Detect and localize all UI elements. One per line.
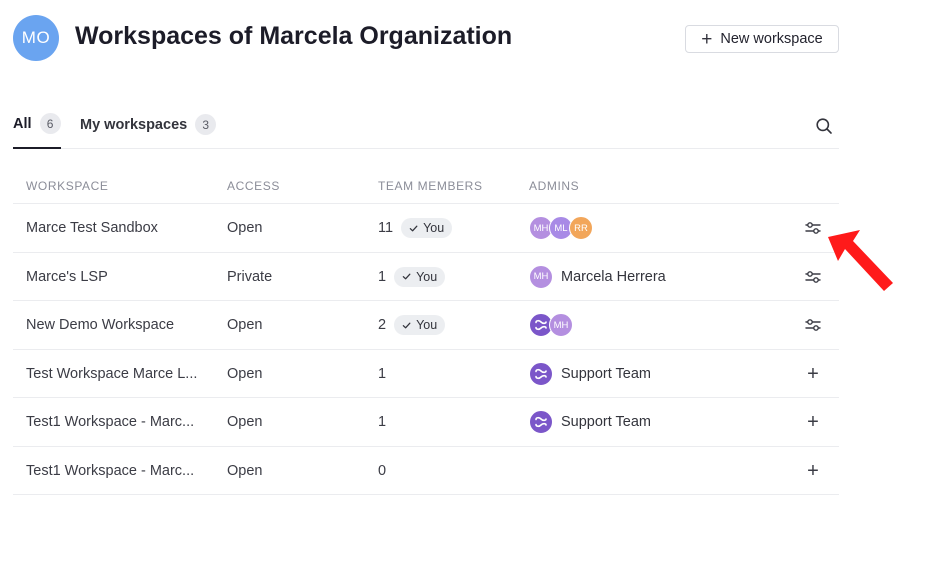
- table-row[interactable]: Marce's LSP Private 1 You MH Marcela Her…: [13, 253, 839, 301]
- support-team-logo-icon: [529, 410, 553, 434]
- workspace-name-cell: Marce Test Sandbox: [26, 204, 206, 252]
- add-icon[interactable]: +: [807, 461, 819, 481]
- annotation-arrow-icon: [828, 230, 893, 291]
- tab-label: My workspaces: [80, 116, 188, 133]
- column-header-workspace: WORKSPACE: [26, 179, 109, 193]
- workspace-name-cell: Test Workspace Marce L...: [26, 350, 206, 398]
- member-count: 2: [378, 317, 387, 333]
- org-avatar: MO: [13, 15, 59, 61]
- team-members-cell: 2 You: [378, 301, 446, 349]
- member-count: 1: [378, 365, 387, 382]
- add-icon[interactable]: +: [807, 412, 819, 432]
- access-cell: Open: [227, 398, 262, 446]
- access-value: Private: [227, 268, 273, 285]
- access-value: Open: [227, 365, 263, 382]
- workspace-name-cell: Test1 Workspace - Marc...: [26, 447, 206, 495]
- admins-cell: MH Marcela Herrera: [529, 253, 666, 301]
- table-row[interactable]: Test Workspace Marce L... Open 1 Support…: [13, 350, 839, 398]
- access-cell: Private: [227, 253, 272, 301]
- you-label: You: [423, 221, 445, 235]
- settings-sliders-icon[interactable]: [804, 268, 822, 286]
- workspace-name-cell: New Demo Workspace: [26, 301, 206, 349]
- access-value: Open: [227, 462, 263, 479]
- member-count: 1: [378, 268, 387, 285]
- workspace-name: Marce's LSP: [26, 268, 108, 285]
- tab-count-badge: 3: [195, 114, 217, 135]
- you-badge: You: [401, 218, 453, 238]
- access-cell: Open: [227, 447, 262, 495]
- new-workspace-button[interactable]: + New workspace: [685, 25, 839, 53]
- settings-sliders-icon[interactable]: [804, 219, 822, 237]
- admin-avatar: MH: [529, 264, 553, 289]
- row-action-cell: [803, 204, 823, 252]
- tab-count-badge: 6: [39, 113, 61, 134]
- admin-name: Support Team: [561, 414, 652, 430]
- row-action-cell: [803, 301, 823, 349]
- admins-cell: Support Team: [529, 350, 651, 398]
- access-value: Open: [227, 220, 263, 236]
- admin-avatar: RR: [569, 216, 593, 240]
- access-cell: Open: [227, 204, 262, 252]
- access-cell: Open: [227, 301, 262, 349]
- workspace-name: Test Workspace Marce L...: [26, 365, 198, 382]
- page-header: MO Workspaces of Marcela Organization + …: [13, 15, 839, 61]
- admins-cell: MH: [529, 301, 573, 349]
- team-members-cell: 1: [378, 350, 386, 398]
- table-header: WORKSPACE ACCESS TEAM MEMBERS ADMINS: [13, 170, 839, 204]
- table-row[interactable]: Marce Test Sandbox Open 11 You MH ML RR: [13, 204, 839, 253]
- admin-name: Marcela Herrera: [561, 268, 666, 285]
- member-count: 0: [378, 462, 387, 479]
- access-cell: Open: [227, 350, 262, 398]
- access-value: Open: [227, 317, 263, 333]
- table-row[interactable]: Test1 Workspace - Marc... Open 0 +: [13, 447, 839, 495]
- team-members-cell: 1 You: [378, 253, 446, 301]
- column-header-admins: ADMINS: [529, 179, 580, 193]
- team-members-cell: 0: [378, 447, 386, 495]
- workspace-name-cell: Test1 Workspace - Marc...: [26, 398, 206, 446]
- workspace-tabs: All 6 My workspaces 3: [13, 112, 839, 149]
- workspaces-table: WORKSPACE ACCESS TEAM MEMBERS ADMINS Mar…: [13, 170, 839, 495]
- you-badge: You: [394, 266, 446, 287]
- page-title: Workspaces of Marcela Organization: [75, 22, 513, 50]
- table-row[interactable]: New Demo Workspace Open 2 You MH: [13, 301, 839, 350]
- workspace-name: Test1 Workspace - Marc...: [26, 462, 195, 479]
- table-row[interactable]: Test1 Workspace - Marc... Open 1 Support…: [13, 398, 839, 447]
- plus-icon: +: [701, 28, 713, 50]
- column-header-access: ACCESS: [227, 179, 280, 193]
- workspace-name: Test1 Workspace - Marc...: [26, 414, 195, 430]
- row-action-cell: +: [803, 350, 823, 398]
- tab-my-workspaces[interactable]: My workspaces 3: [80, 112, 217, 149]
- row-action-cell: +: [803, 398, 823, 446]
- column-header-team-members: TEAM MEMBERS: [378, 179, 483, 193]
- tab-label: All: [13, 115, 32, 132]
- search-icon[interactable]: [815, 117, 833, 135]
- check-icon: [402, 322, 411, 328]
- member-count: 11: [378, 220, 394, 236]
- access-value: Open: [227, 414, 263, 430]
- you-label: You: [416, 269, 438, 284]
- admin-name: Support Team: [561, 365, 652, 382]
- tab-all[interactable]: All 6: [13, 112, 61, 149]
- settings-sliders-icon[interactable]: [804, 316, 822, 334]
- team-members-cell: 1: [378, 398, 386, 446]
- check-icon: [409, 225, 418, 231]
- you-badge: You: [394, 315, 446, 335]
- admin-avatar: MH: [549, 313, 573, 337]
- team-members-cell: 11 You: [378, 204, 453, 252]
- new-workspace-label: New workspace: [720, 31, 823, 47]
- admins-cell: Support Team: [529, 398, 651, 446]
- add-icon[interactable]: +: [807, 364, 819, 384]
- you-label: You: [416, 318, 438, 332]
- admins-cell: MH ML RR: [529, 204, 593, 252]
- workspace-name: New Demo Workspace: [26, 317, 175, 333]
- row-action-cell: [803, 253, 823, 301]
- workspace-name: Marce Test Sandbox: [26, 220, 158, 236]
- check-icon: [402, 273, 411, 280]
- row-action-cell: +: [803, 447, 823, 495]
- support-team-logo-icon: [529, 361, 553, 386]
- member-count: 1: [378, 414, 387, 430]
- workspace-name-cell: Marce's LSP: [26, 253, 206, 301]
